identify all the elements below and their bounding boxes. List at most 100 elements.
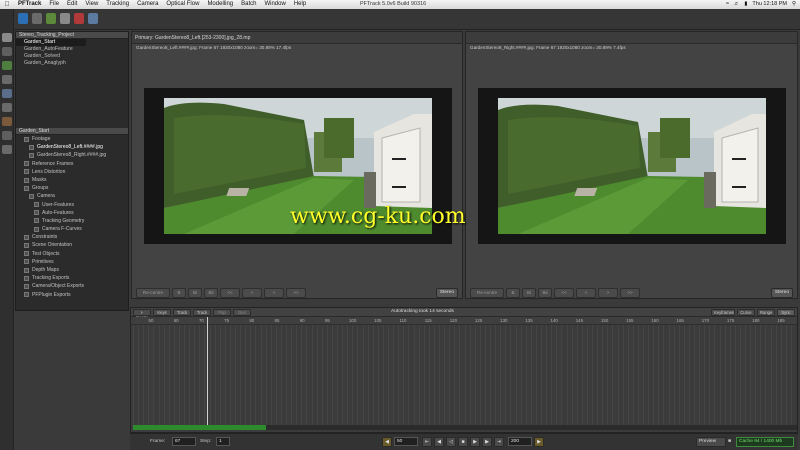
play-reverse-icon[interactable]: ◁: [446, 437, 456, 447]
tool-record-icon[interactable]: [74, 13, 84, 24]
menu-app-name[interactable]: PFTrack: [14, 0, 45, 9]
menu-modelling[interactable]: Modelling: [203, 0, 237, 9]
toolstrip-mask-icon[interactable]: [2, 131, 12, 140]
step-forward-icon[interactable]: ▶: [482, 437, 492, 447]
tree-item[interactable]: GardenStereo8_Left.####.jpg: [16, 143, 128, 151]
spotlight-icon[interactable]: ⚲: [792, 0, 796, 9]
menu-help[interactable]: Help: [290, 0, 310, 9]
nav-button[interactable]: B: [172, 288, 186, 298]
menu-edit[interactable]: Edit: [63, 0, 81, 9]
tree-item[interactable]: Camera F-Curves: [16, 225, 128, 233]
tree-header[interactable]: Garden_Start: [16, 128, 128, 135]
go-start-icon[interactable]: ⇤: [422, 437, 432, 447]
step-back-icon[interactable]: ◀: [434, 437, 444, 447]
timeline-pop-button[interactable]: Pop: [213, 309, 231, 316]
menu-view[interactable]: View: [81, 0, 102, 9]
wifi-icon[interactable]: ≈: [726, 0, 729, 9]
tool-viewer-icon[interactable]: [60, 13, 70, 24]
tree-item[interactable]: Tracking Geometry: [16, 217, 128, 225]
toolstrip-mesh-icon[interactable]: [2, 103, 12, 112]
clock[interactable]: Thu 12:18 PM: [752, 0, 787, 9]
apple-icon[interactable]: : [0, 0, 14, 9]
viewer-right-frame[interactable]: [478, 88, 786, 244]
nav-next-button[interactable]: >: [598, 288, 618, 298]
volume-icon[interactable]: ♬: [734, 0, 740, 9]
menu-file[interactable]: File: [45, 0, 63, 9]
nav-button[interactable]: Bii: [204, 288, 218, 298]
nav-button[interactable]: Bi: [522, 288, 536, 298]
timeline-sync-button[interactable]: Sync: [777, 309, 795, 316]
tool-settings-icon[interactable]: [88, 13, 98, 24]
recentre-button[interactable]: Re-centre: [136, 288, 170, 298]
nav-button[interactable]: Bii: [538, 288, 552, 298]
tree-item[interactable]: Scene Orientation: [16, 241, 128, 249]
tree-item[interactable]: Camera/Object Exports: [16, 282, 128, 290]
preview-lock-icon[interactable]: ■: [728, 438, 731, 444]
tree-item[interactable]: Depth Maps: [16, 266, 128, 274]
tree-item[interactable]: Lens Distortion: [16, 168, 128, 176]
toolstrip-export-icon[interactable]: [2, 145, 12, 154]
preview-dropdown[interactable]: Preview: [696, 437, 726, 447]
nav-last-button[interactable]: >>: [286, 288, 306, 298]
timeline-playhead[interactable]: [207, 317, 208, 427]
menu-optical-flow[interactable]: Optical Flow: [162, 0, 203, 9]
menu-window[interactable]: Window: [260, 0, 289, 9]
tool-layout-icon[interactable]: [32, 13, 42, 24]
timeline-grid[interactable]: [131, 325, 797, 427]
toolstrip-paint-icon[interactable]: [2, 117, 12, 126]
step-input[interactable]: 1: [216, 437, 230, 446]
tree-item[interactable]: Test Objects: [16, 250, 128, 258]
nav-prev-button[interactable]: <: [576, 288, 596, 298]
timeline-track-button[interactable]: Track: [193, 309, 211, 316]
menu-batch[interactable]: Batch: [237, 0, 260, 9]
stop-icon[interactable]: ■: [458, 437, 468, 447]
tree-item[interactable]: Tracking Exports: [16, 274, 128, 282]
timeline-keyframes-button[interactable]: Keyframes: [711, 309, 735, 316]
tree-item[interactable]: PFPlugin Exports: [16, 291, 128, 299]
range-end-icon[interactable]: ▶: [534, 437, 544, 447]
stereo-button-left[interactable]: Stereo: [435, 288, 458, 298]
toolstrip-zoom-icon[interactable]: [2, 75, 12, 84]
toolstrip-pointer-icon[interactable]: [2, 33, 12, 42]
range-start-icon[interactable]: ◀: [382, 437, 392, 447]
timeline-track-button[interactable]: Track: [173, 309, 191, 316]
tree-item[interactable]: Auto-Features: [16, 209, 128, 217]
range-end-input[interactable]: 200: [508, 437, 532, 446]
project-item[interactable]: Garden_Solved: [16, 53, 128, 60]
battery-icon[interactable]: ▮: [744, 0, 747, 9]
tool-select-icon[interactable]: [18, 13, 28, 24]
nav-last-button[interactable]: >>: [620, 288, 640, 298]
nav-first-button[interactable]: <<: [220, 288, 240, 298]
tree-item[interactable]: Groups: [16, 184, 128, 192]
menu-tracking[interactable]: Tracking: [102, 0, 133, 9]
nav-prev-button[interactable]: <: [242, 288, 262, 298]
timeline-range-button[interactable]: Range: [757, 309, 775, 316]
go-end-icon[interactable]: ⇥: [494, 437, 504, 447]
menu-camera[interactable]: Camera: [133, 0, 162, 9]
project-item[interactable]: Garden_Anaglyph: [16, 60, 128, 67]
timeline-icentre-button[interactable]: I-Centre: [133, 309, 151, 320]
toolstrip-pan-icon[interactable]: [2, 47, 12, 56]
cache-indicator[interactable]: Cache 94 / 1400 Mb: [736, 437, 794, 447]
range-start-input[interactable]: 50: [394, 437, 418, 446]
play-icon[interactable]: ▶: [470, 437, 480, 447]
toolstrip-camera-icon[interactable]: [2, 89, 12, 98]
project-header[interactable]: Stereo_Tracking_Project: [16, 32, 128, 39]
tree-item[interactable]: GardenStereo8_Right.####.jpg: [16, 151, 128, 159]
nav-button[interactable]: Bi: [188, 288, 202, 298]
timeline-curve-button[interactable]: Curve: [737, 309, 755, 316]
tree-item[interactable]: Camera: [16, 192, 128, 200]
tree-item[interactable]: Footage: [16, 135, 128, 143]
project-item[interactable]: Garden_AutoFeature: [16, 46, 128, 53]
timeline-keys-button[interactable]: Keys: [153, 309, 171, 316]
recentre-button[interactable]: Re-centre: [470, 288, 504, 298]
timeline-ruler[interactable]: 50 60 70 75 80 85 90 95 100 105 110 115 120 125 130 135…: [131, 317, 797, 325]
toolstrip-track-icon[interactable]: [2, 61, 12, 70]
nav-first-button[interactable]: <<: [554, 288, 574, 298]
stereo-button-right[interactable]: Stereo: [770, 288, 793, 298]
nav-button[interactable]: B: [506, 288, 520, 298]
project-item[interactable]: Garden_Start: [16, 39, 86, 46]
tree-item[interactable]: User-Features: [16, 201, 128, 209]
tree-item[interactable]: Reference Frames: [16, 160, 128, 168]
nav-next-button[interactable]: >: [264, 288, 284, 298]
